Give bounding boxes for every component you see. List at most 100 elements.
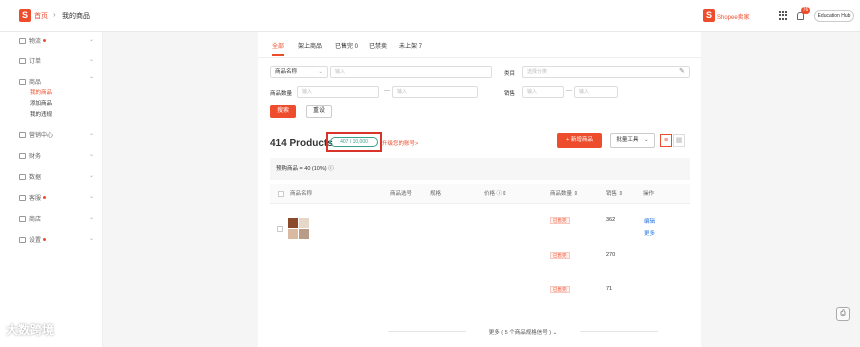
table-header: 商品名称 商品选号 规格 价格 ⓘ⇕ 商品数量 ⇕ 销售 ⇕ 操作 <box>270 184 690 204</box>
breadcrumb-current: 我的商品 <box>62 13 90 20</box>
product-thumbnail[interactable] <box>288 229 298 239</box>
apps-grid-icon[interactable] <box>779 11 788 20</box>
chevron-down-icon[interactable]: ⌄ <box>89 56 94 63</box>
chevron-up-icon[interactable]: ⌃ <box>89 76 94 83</box>
sidebar-item-customer-service[interactable]: 客服 <box>19 193 47 202</box>
sidebar-item-label: 商品 <box>29 80 42 86</box>
col-stock[interactable]: 商品数量 ⇕ <box>550 189 578 197</box>
list-view-icon[interactable]: ≡ <box>660 134 672 147</box>
alert-dot <box>43 39 47 42</box>
products-count: 414 Products <box>270 138 333 149</box>
tab-unlisted[interactable]: 未上架 7 <box>399 41 422 50</box>
col-variation: 规格 <box>430 191 442 197</box>
chevron-down-icon[interactable]: ⌄ <box>89 151 94 158</box>
sidebar-item-label: 商店 <box>29 217 42 223</box>
product-thumbnail[interactable] <box>299 229 309 239</box>
breadcrumb-separator-icon: › <box>53 10 56 19</box>
row-checkbox[interactable] <box>277 226 283 232</box>
shop-icon <box>19 215 26 222</box>
chevron-down-icon[interactable]: ⌄ <box>89 235 94 242</box>
chart-icon <box>19 173 26 180</box>
watermark-logo: 大数跨境 <box>6 323 55 337</box>
col-price[interactable]: 价格 ⓘ⇕ <box>484 189 507 197</box>
education-hub-button[interactable]: Education Hub <box>814 10 854 22</box>
grid-view-icon[interactable]: ▦ <box>673 134 685 147</box>
col-actions: 操作 <box>643 191 655 197</box>
sidebar-item-label: 数据 <box>29 175 42 181</box>
seller-center-label[interactable]: Shopee卖家 <box>717 12 750 21</box>
batch-tools-label: 批量工具 <box>616 137 639 143</box>
sidebar-sub-my-products[interactable]: 我的商品 <box>30 88 52 96</box>
sidebar-item-shop[interactable]: 商店 <box>19 214 41 223</box>
sidebar-item-marketing[interactable]: 营销中心 <box>19 130 53 139</box>
quantity-label: 商品数量 <box>270 91 293 97</box>
quantity-min-input[interactable]: 输入 <box>297 86 379 98</box>
seller-logo-icon[interactable]: S <box>703 9 715 22</box>
sidebar-item-settings[interactable]: 设置 <box>19 235 47 244</box>
add-product-button[interactable]: + 新增商品 <box>557 133 602 148</box>
sidebar-item-label: 客服 <box>29 196 42 202</box>
sidebar-item-orders[interactable]: 订单 <box>19 56 41 65</box>
category-select[interactable]: 选择分类 <box>522 66 690 78</box>
chevron-down-icon[interactable]: ⌄ <box>89 214 94 221</box>
col-sales[interactable]: 销售 ⇕ <box>606 189 623 197</box>
category-label: 类目 <box>504 71 516 77</box>
sidebar-item-products[interactable]: 商品 <box>19 77 41 86</box>
tag-icon <box>19 131 26 138</box>
status-badge: 已售完 <box>550 286 570 293</box>
alert-dot <box>43 196 47 199</box>
sales-min-input[interactable]: 输入 <box>522 86 564 98</box>
tab-banned[interactable]: 已禁卖 <box>369 41 387 50</box>
active-tab-indicator <box>272 54 284 56</box>
preorder-summary: 预购商品 = 40 (10%) ⓘ <box>270 158 690 180</box>
chevron-down-icon: ⌄ <box>318 69 323 75</box>
select-all-checkbox[interactable] <box>278 191 284 197</box>
reset-button[interactable]: 重设 <box>306 105 332 118</box>
product-thumbnail[interactable] <box>288 218 298 228</box>
sidebar-sub-add-product[interactable]: 添加商品 <box>30 99 52 107</box>
name-filter-select-value: 商品名称 <box>275 69 298 75</box>
search-button[interactable]: 搜索 <box>270 105 296 118</box>
tab-sold-out[interactable]: 已售完 0 <box>335 41 358 50</box>
alert-dot <box>43 238 47 241</box>
sidebar-item-label: 设置 <box>29 238 42 244</box>
range-dash: — <box>566 88 572 94</box>
batch-tools-button[interactable]: 批量工具 ⌄ <box>610 133 655 148</box>
quantity-max-input[interactable]: 输入 <box>392 86 478 98</box>
chat-support-icon[interactable]: ⎙ <box>836 307 850 321</box>
tab-live[interactable]: 架上商品 <box>298 41 322 50</box>
sidebar-item-logistics[interactable]: 物流 <box>19 36 47 45</box>
status-tabs: 全部 架上商品 已售完 0 已禁卖 未上架 7 <box>258 32 701 58</box>
orders-icon <box>19 57 26 64</box>
sales-value: 71 <box>606 286 613 292</box>
chevron-down-icon[interactable]: ⌄ <box>89 193 94 200</box>
sidebar-item-finance[interactable]: 财务 <box>19 151 41 160</box>
upgrade-account-link[interactable]: 升级您的账号> <box>382 139 418 147</box>
edit-link[interactable]: 编辑 <box>644 217 655 225</box>
shopee-logo-icon[interactable]: S <box>19 9 31 22</box>
sales-max-input[interactable]: 输入 <box>574 86 618 98</box>
chevron-down-icon[interactable]: ⌄ <box>89 172 94 179</box>
edit-pencil-icon[interactable]: ✎ <box>679 67 685 75</box>
chat-icon <box>19 194 26 201</box>
sidebar-item-data[interactable]: 数据 <box>19 172 41 181</box>
chevron-down-icon[interactable]: ⌄ <box>89 36 94 43</box>
breadcrumb-home[interactable]: 首页 <box>34 11 48 21</box>
more-link[interactable]: 更多 <box>644 229 655 237</box>
product-thumbnail[interactable] <box>299 218 309 228</box>
show-more-variations[interactable]: 更多 ( 5 个商品规格信号 ) ⌄ <box>388 328 658 336</box>
status-badge: 已售完 <box>550 217 570 224</box>
wallet-icon <box>19 152 26 159</box>
tab-all[interactable]: 全部 <box>272 41 284 50</box>
name-filter-select[interactable]: 商品名称 ⌄ <box>270 66 328 78</box>
sales-value: 270 <box>606 252 616 258</box>
name-search-input[interactable]: 输入 <box>330 66 492 78</box>
truck-icon <box>19 37 26 44</box>
sidebar-item-label: 财务 <box>29 154 42 160</box>
chevron-down-icon[interactable]: ⌄ <box>89 130 94 137</box>
products-icon <box>19 78 26 85</box>
sidebar-sub-violations[interactable]: 我的违规 <box>30 110 52 118</box>
gear-icon <box>19 236 26 243</box>
sidebar-item-label: 物流 <box>29 39 42 45</box>
range-dash: — <box>384 88 390 94</box>
